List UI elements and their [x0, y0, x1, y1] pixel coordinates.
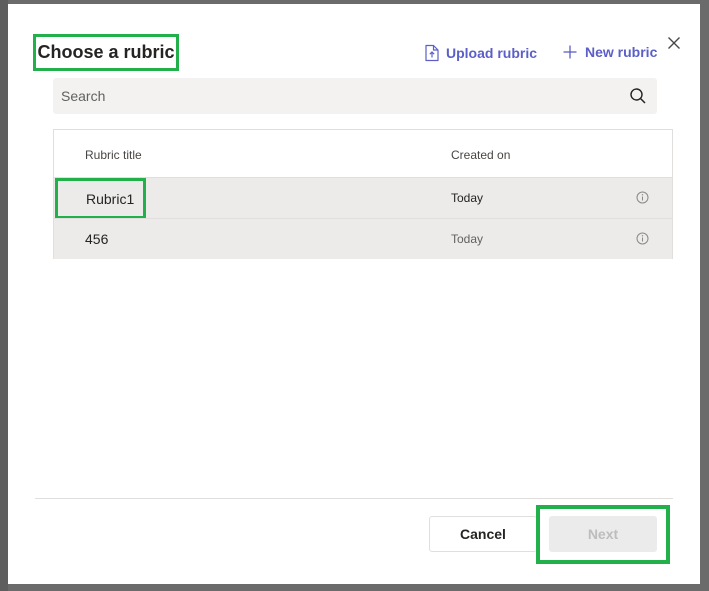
next-button-highlight: [536, 505, 670, 564]
rubric-created-on: Today: [451, 191, 484, 205]
rubric-title-highlight: Rubric1: [55, 178, 146, 219]
table-row[interactable]: Rubric1 Today: [54, 177, 672, 219]
column-header-created-on: Created on: [451, 148, 511, 162]
new-rubric-label: New rubric: [585, 44, 658, 60]
column-header-title: Rubric title: [85, 148, 142, 162]
upload-rubric-button[interactable]: Upload rubric: [425, 44, 537, 62]
dialog-title-highlight: Choose a rubric: [33, 34, 179, 71]
close-icon: [668, 37, 680, 49]
choose-rubric-dialog: Choose a rubric Upload rubric New rubric: [8, 4, 700, 584]
cancel-button[interactable]: Cancel: [429, 516, 537, 552]
rubric-title: Rubric1: [86, 190, 135, 207]
upload-file-icon: [425, 44, 439, 62]
plus-icon: [562, 44, 578, 60]
info-icon[interactable]: [636, 232, 649, 245]
rubric-table: Rubric title Created on Rubric1 Today 45…: [53, 129, 673, 259]
table-row[interactable]: 456 Today: [54, 218, 672, 259]
close-button[interactable]: [665, 34, 683, 52]
search-input[interactable]: [61, 88, 629, 104]
table-header: Rubric title Created on: [54, 130, 672, 177]
new-rubric-button[interactable]: New rubric: [562, 44, 657, 60]
footer-divider: [35, 498, 673, 499]
rubric-created-on: Today: [451, 232, 484, 246]
search-bar: [53, 78, 657, 114]
search-icon[interactable]: [629, 87, 647, 105]
rubric-title: 456: [85, 231, 109, 247]
upload-rubric-label: Upload rubric: [446, 45, 538, 61]
backdrop: [0, 0, 8, 591]
info-icon[interactable]: [636, 191, 649, 204]
dialog-title: Choose a rubric: [37, 42, 175, 62]
